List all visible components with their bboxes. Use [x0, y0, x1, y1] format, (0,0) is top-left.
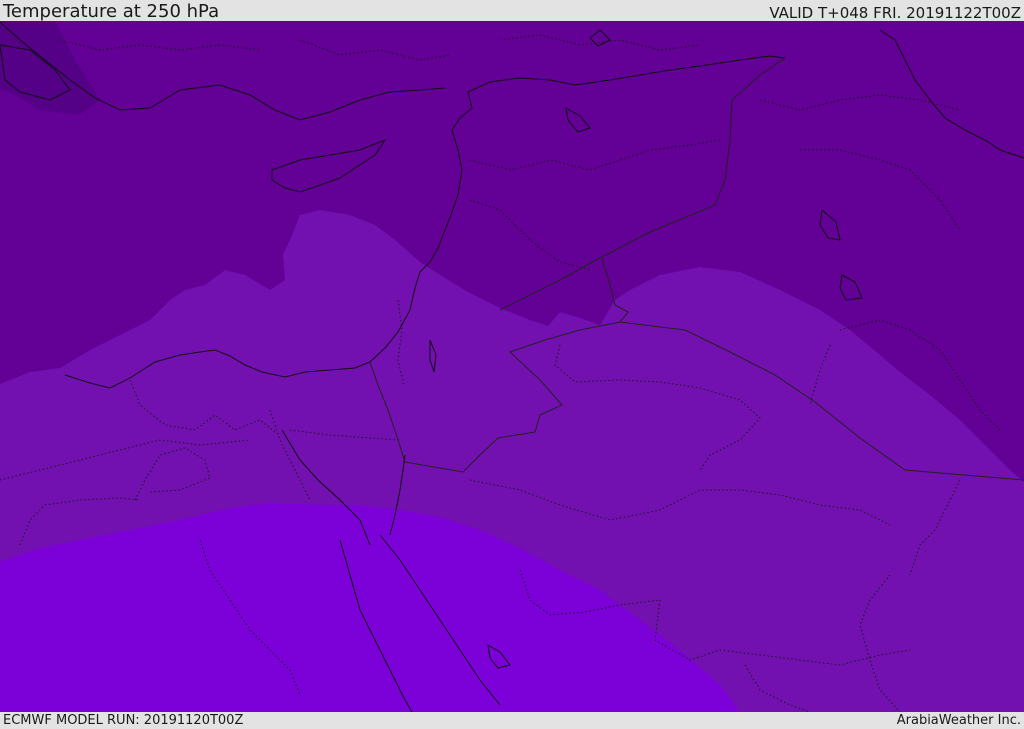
header-bar: Temperature at 250 hPa VALID T+048 FRI. …: [0, 0, 1024, 21]
weather-map[interactable]: [0, 21, 1024, 712]
credit-label: ArabiaWeather Inc.: [896, 713, 1021, 728]
map-title: Temperature at 250 hPa: [3, 1, 220, 22]
model-run-label: ECMWF MODEL RUN: 20191120T00Z: [3, 713, 244, 728]
valid-time: VALID T+048 FRI. 20191122T00Z: [769, 4, 1021, 22]
footer-bar: ECMWF MODEL RUN: 20191120T00Z ArabiaWeat…: [0, 712, 1024, 729]
